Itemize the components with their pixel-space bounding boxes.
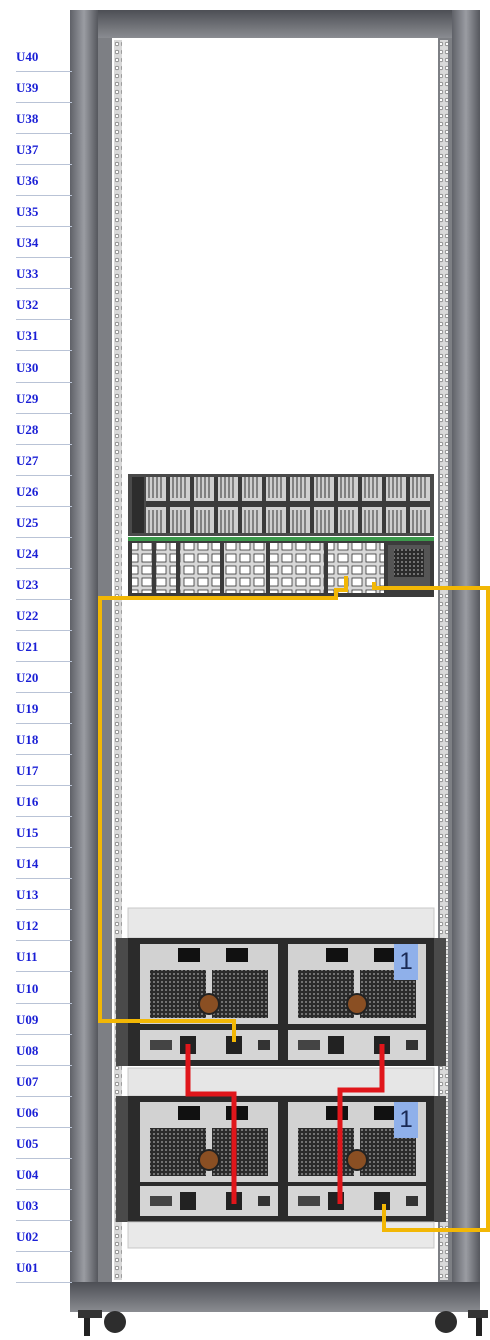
unit-label-u40: U40 bbox=[16, 41, 72, 72]
rack-top-cap bbox=[70, 10, 480, 38]
enclosure-lower-bottom-blank bbox=[127, 1221, 435, 1249]
unit-label-u29: U29 bbox=[16, 383, 72, 414]
unit-label-u36: U36 bbox=[16, 165, 72, 197]
unit-label-u20: U20 bbox=[16, 662, 72, 693]
unit-label-u01: U01 bbox=[16, 1252, 72, 1283]
rack-diagram bbox=[70, 10, 490, 1336]
unit-label-u33: U33 bbox=[16, 258, 72, 290]
unit-label-u04: U04 bbox=[16, 1159, 72, 1190]
unit-label-u13: U13 bbox=[16, 879, 72, 911]
unit-label-u23: U23 bbox=[16, 569, 72, 600]
unit-label-u39: U39 bbox=[16, 72, 72, 104]
unit-label-u22: U22 bbox=[16, 600, 72, 631]
unit-label-u34: U34 bbox=[16, 227, 72, 259]
unit-label-u07: U07 bbox=[16, 1066, 72, 1097]
unit-label-u28: U28 bbox=[16, 414, 72, 445]
enclosure-mid-blank bbox=[127, 1067, 435, 1097]
unit-label-u26: U26 bbox=[16, 476, 72, 507]
unit-label-u03: U03 bbox=[16, 1190, 72, 1221]
unit-label-u32: U32 bbox=[16, 289, 72, 321]
unit-label-u05: U05 bbox=[16, 1128, 72, 1159]
rack-foot-left bbox=[78, 1310, 126, 1336]
rack-left-post bbox=[70, 10, 98, 1300]
unit-label-u30: U30 bbox=[16, 352, 72, 383]
unit-label-u11: U11 bbox=[16, 941, 72, 973]
rack-right-hole-strip bbox=[440, 40, 448, 1280]
unit-label-u38: U38 bbox=[16, 103, 72, 135]
rack-foot-right bbox=[435, 1310, 488, 1336]
unit-label-u35: U35 bbox=[16, 196, 72, 228]
controller-badge-lower: 1 bbox=[394, 1102, 418, 1138]
rack-right-post bbox=[452, 10, 480, 1300]
unit-label-u19: U19 bbox=[16, 693, 72, 725]
controller-badge-upper: 1 bbox=[394, 944, 418, 980]
unit-label-u15: U15 bbox=[16, 817, 72, 849]
unit-label-u24: U24 bbox=[16, 538, 72, 569]
unit-label-u21: U21 bbox=[16, 631, 72, 662]
unit-label-u12: U12 bbox=[16, 910, 72, 942]
unit-label-u10: U10 bbox=[16, 973, 72, 1004]
unit-label-u14: U14 bbox=[16, 848, 72, 880]
unit-label-u06: U06 bbox=[16, 1097, 72, 1128]
unit-label-u16: U16 bbox=[16, 786, 72, 818]
rack-left-hole-strip bbox=[114, 40, 122, 1280]
unit-label-u37: U37 bbox=[16, 134, 72, 166]
unit-label-u27: U27 bbox=[16, 445, 72, 476]
unit-label-u08: U08 bbox=[16, 1035, 72, 1066]
rack-bottom-base bbox=[70, 1282, 480, 1312]
unit-label-u18: U18 bbox=[16, 724, 72, 756]
unit-label-u25: U25 bbox=[16, 507, 72, 538]
unit-label-u31: U31 bbox=[16, 320, 72, 352]
unit-label-u09: U09 bbox=[16, 1004, 72, 1035]
unit-label-u17: U17 bbox=[16, 755, 72, 787]
unit-label-u02: U02 bbox=[16, 1221, 72, 1252]
switch-top bbox=[128, 474, 434, 536]
enclosure-upper-top-blank bbox=[127, 907, 435, 939]
